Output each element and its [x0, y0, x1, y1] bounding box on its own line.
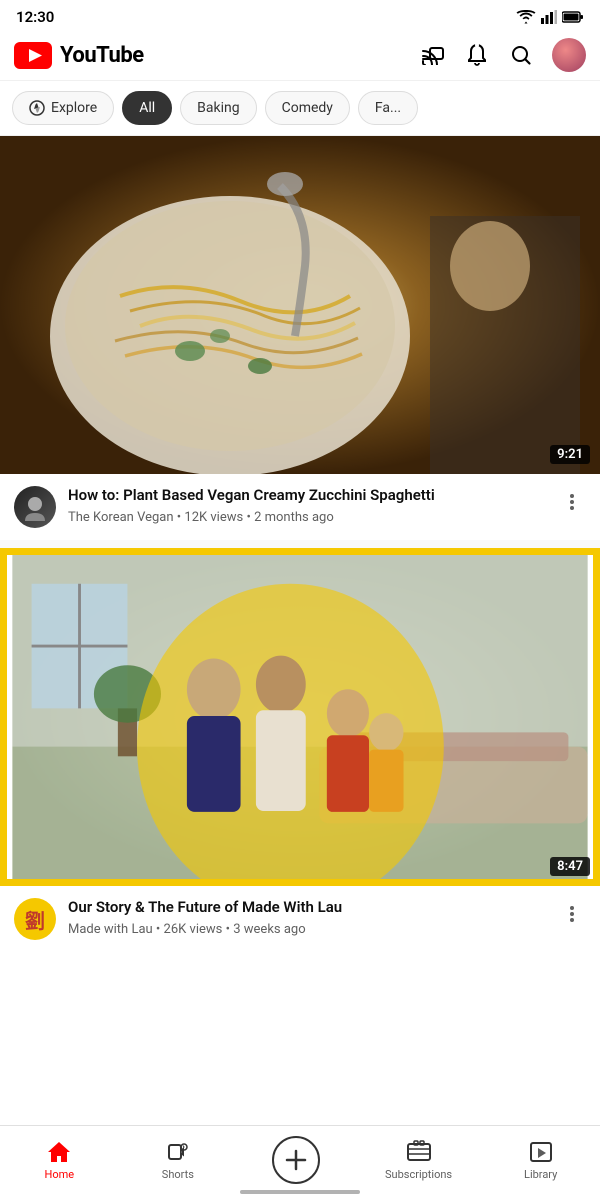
nav-subscriptions[interactable]: Subscriptions	[385, 1139, 452, 1181]
app-header: YouTube	[0, 30, 600, 81]
chip-explore[interactable]: Explore	[12, 91, 114, 125]
duration-badge-2: 8:47	[550, 857, 590, 876]
more-vertical-icon-1	[562, 492, 582, 512]
video-feed: 9:21 How to: Plant Based Vegan Creamy Zu…	[0, 136, 600, 952]
status-bar: 12:30	[0, 0, 600, 30]
video-meta-2: Our Story & The Future of Made With Lau …	[68, 898, 546, 937]
duration-badge-1: 9:21	[550, 445, 590, 464]
compass-icon	[29, 100, 45, 116]
plus-icon	[283, 1147, 309, 1173]
bottom-navigation: Home Shorts	[0, 1125, 600, 1200]
status-icons	[516, 10, 584, 24]
cast-button[interactable]	[420, 42, 446, 68]
bell-icon	[466, 43, 488, 67]
nav-create[interactable]	[266, 1136, 326, 1184]
video-card-2: 8:47 劉 Our Story & The Future of Made Wi…	[0, 548, 600, 952]
nav-library[interactable]: Library	[511, 1139, 571, 1181]
youtube-logo-icon	[14, 42, 52, 69]
status-time: 12:30	[16, 8, 54, 26]
chip-baking[interactable]: Baking	[180, 91, 256, 125]
chip-explore-label: Explore	[51, 100, 97, 116]
search-button[interactable]	[508, 42, 534, 68]
video-subtitle-2: Made with Lau • 26K views • 3 weeks ago	[68, 922, 546, 937]
home-icon-wrapper	[46, 1139, 72, 1165]
nav-shorts[interactable]: Shorts	[148, 1139, 208, 1181]
channel-avatar-1[interactable]	[14, 486, 56, 528]
library-label: Library	[524, 1168, 557, 1181]
nav-home[interactable]: Home	[29, 1139, 89, 1181]
more-options-button-1[interactable]	[558, 488, 586, 516]
kv-avatar-icon	[21, 493, 49, 521]
chip-comedy-label: Comedy	[282, 100, 333, 116]
more-vertical-icon-2	[562, 904, 582, 924]
chip-all-label: All	[139, 100, 155, 116]
subscriptions-label: Subscriptions	[385, 1168, 452, 1181]
thumbnail-image-2	[0, 548, 600, 886]
wifi-icon	[516, 10, 536, 24]
subscriptions-icon	[406, 1139, 432, 1165]
thumbnail-2[interactable]: 8:47	[0, 548, 600, 886]
shorts-label: Shorts	[162, 1168, 194, 1181]
video-title-1: How to: Plant Based Vegan Creamy Zucchin…	[68, 486, 546, 506]
account-avatar[interactable]	[552, 38, 586, 72]
chip-fa-label: Fa...	[375, 100, 401, 116]
video-card-1: 9:21 How to: Plant Based Vegan Creamy Zu…	[0, 136, 600, 540]
search-icon	[509, 43, 533, 67]
signal-icon	[541, 10, 557, 24]
chip-fa[interactable]: Fa...	[358, 91, 418, 125]
separator-2: •	[246, 510, 254, 525]
cast-icon	[421, 45, 445, 65]
logo-area: YouTube	[14, 42, 420, 69]
video-meta-1: How to: Plant Based Vegan Creamy Zucchin…	[68, 486, 546, 525]
views-1: 12K views	[184, 510, 243, 525]
more-options-button-2[interactable]	[558, 900, 586, 928]
age-1: 2 months ago	[254, 510, 334, 525]
battery-icon	[562, 11, 584, 23]
youtube-logo-text: YouTube	[60, 43, 144, 68]
home-label: Home	[44, 1168, 74, 1181]
shorts-icon	[165, 1139, 191, 1165]
video-info-2: 劉 Our Story & The Future of Made With La…	[0, 886, 600, 952]
header-actions	[420, 38, 586, 72]
chip-baking-label: Baking	[197, 100, 239, 116]
video-subtitle-1: The Korean Vegan • 12K views • 2 months …	[68, 510, 546, 525]
subscriptions-icon-wrapper	[406, 1139, 432, 1165]
chip-all[interactable]: All	[122, 91, 172, 125]
gesture-bar	[240, 1190, 360, 1194]
home-icon	[46, 1140, 72, 1164]
chip-comedy[interactable]: Comedy	[265, 91, 350, 125]
shorts-icon-wrapper	[165, 1139, 191, 1165]
notifications-button[interactable]	[464, 42, 490, 68]
channel-avatar-2[interactable]: 劉	[14, 898, 56, 940]
library-icon-wrapper	[528, 1139, 554, 1165]
channel-name-2: Made with Lau	[68, 922, 153, 937]
channel-name-1: The Korean Vegan	[68, 510, 174, 525]
views-2: 26K views	[164, 922, 223, 937]
create-button[interactable]	[272, 1136, 320, 1184]
filter-bar: Explore All Baking Comedy Fa...	[0, 81, 600, 136]
thumbnail-1[interactable]: 9:21	[0, 136, 600, 474]
thumbnail-image-1	[0, 136, 600, 474]
library-icon	[528, 1139, 554, 1165]
age-2: 3 weeks ago	[233, 922, 305, 937]
video-title-2: Our Story & The Future of Made With Lau	[68, 898, 546, 918]
separator-3: •	[156, 922, 164, 937]
video-info-1: How to: Plant Based Vegan Creamy Zucchin…	[0, 474, 600, 540]
